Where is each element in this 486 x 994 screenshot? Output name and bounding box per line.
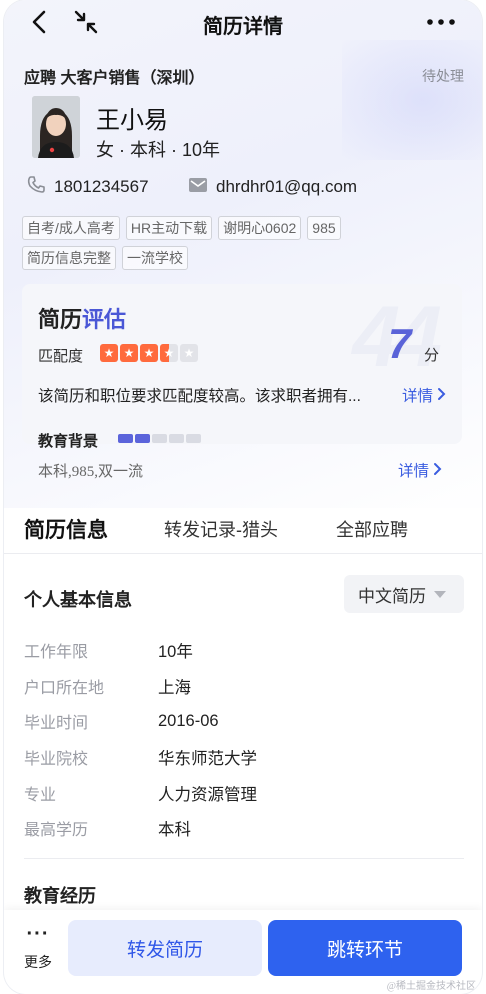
chevron-right-icon	[438, 388, 446, 400]
education-label: 教育背景	[38, 433, 99, 450]
phone-frame: 简历详情 应聘 大客户销售（深圳） 待处理 王小易 女 · 本科 · 10年 1…	[4, 0, 482, 994]
candidate-meta: 女 · 本科 · 10年	[96, 140, 221, 160]
email-contact[interactable]: dhrdhr01@qq.com	[188, 175, 357, 199]
info-row: 毕业时间 2016-06	[24, 711, 219, 733]
caret-down-icon	[434, 590, 446, 598]
evaluation-title: 简历评估	[38, 307, 127, 332]
more-button[interactable]: ··· 更多	[18, 923, 58, 982]
info-row: 户口所在地 上海	[24, 678, 191, 697]
evaluation-detail-link[interactable]: 详情	[402, 384, 447, 406]
page-title: 简历详情	[203, 16, 283, 38]
avatar[interactable]	[32, 96, 80, 158]
info-row: 最高学历 本科	[24, 821, 191, 840]
navigation-bar: 简历详情	[4, 0, 482, 44]
tag: 自考/成人高考	[22, 216, 120, 240]
level-segment	[118, 434, 133, 443]
info-row: 工作年限 10年	[24, 642, 193, 661]
header-glow	[342, 40, 482, 160]
basic-info-title: 个人基本信息	[24, 590, 132, 610]
jump-stage-button[interactable]: 跳转环节	[268, 920, 462, 976]
candidate-name: 王小易	[96, 107, 168, 134]
score-unit: 分	[424, 347, 440, 364]
star-icon: ★	[140, 344, 158, 362]
education-level-bars	[118, 434, 201, 443]
tab-resume-info[interactable]: 简历信息	[20, 514, 108, 546]
tag: 谢明心0602	[218, 216, 302, 240]
basic-info-list: 工作年限 10年 户口所在地 上海 毕业时间 2016-06 毕业院校 华东师范大学 专…	[24, 632, 464, 846]
mail-icon	[188, 176, 208, 199]
tab-all-applications[interactable]: 全部应聘	[336, 516, 408, 542]
info-row: 专业 人力资源管理	[24, 785, 257, 804]
tab-bar: 简历信息 转发记录-猎头 全部应聘	[4, 508, 482, 554]
tag: HR主动下载	[125, 216, 213, 240]
more-dots-icon: ···	[26, 923, 50, 945]
phone-contact[interactable]: 1801234567	[26, 175, 149, 199]
email-address: dhrdhr01@qq.com	[216, 177, 358, 196]
match-label: 匹配度	[38, 348, 84, 365]
match-rating: ★ ★ ★ ★ ★	[100, 344, 198, 362]
resume-evaluation-card: 44 简历评估 匹配度 ★ ★ ★ ★ ★ 7 分 该简历和职位要求匹配度较高。…	[22, 284, 462, 444]
education-summary: 本科,985,双一流	[38, 464, 144, 480]
more-options-icon[interactable]	[424, 8, 458, 36]
chevron-right-icon	[434, 463, 442, 475]
applied-position: 应聘 大客户销售（深圳）	[24, 70, 205, 87]
bottom-action-bar: ··· 更多 转发简历 跳转环节 @稀土掘金技术社区	[4, 910, 482, 994]
match-score: 7	[388, 320, 412, 367]
language-select[interactable]: 中文简历	[344, 575, 464, 613]
phone-icon	[26, 175, 46, 200]
forward-resume-button[interactable]: 转发简历	[68, 920, 262, 976]
star-half-icon: ★	[160, 344, 178, 362]
level-segment	[186, 434, 201, 443]
status-badge: 待处理	[422, 68, 464, 84]
tag: 985	[307, 216, 341, 240]
tag-list: 自考/成人高考 HR主动下载 谢明心0602 985 简历信息完整 一流学校	[22, 216, 422, 270]
evaluation-summary: 该简历和职位要求匹配度较高。该求职者拥有...	[38, 388, 361, 405]
source-watermark: @稀土掘金技术社区	[386, 981, 476, 992]
star-empty-icon: ★	[180, 344, 198, 362]
star-icon: ★	[100, 344, 118, 362]
level-segment	[152, 434, 167, 443]
tab-forward-records[interactable]: 转发记录-猎头	[164, 516, 278, 542]
info-row: 毕业院校 华东师范大学	[24, 749, 257, 768]
level-segment	[135, 434, 150, 443]
section-divider	[24, 858, 464, 859]
education-history-title: 教育经历	[24, 886, 96, 906]
phone-number: 1801234567	[54, 177, 149, 196]
tag: 一流学校	[122, 246, 188, 270]
star-icon: ★	[120, 344, 138, 362]
education-detail-link[interactable]: 详情	[398, 459, 443, 481]
level-segment	[169, 434, 184, 443]
tag: 简历信息完整	[22, 246, 116, 270]
